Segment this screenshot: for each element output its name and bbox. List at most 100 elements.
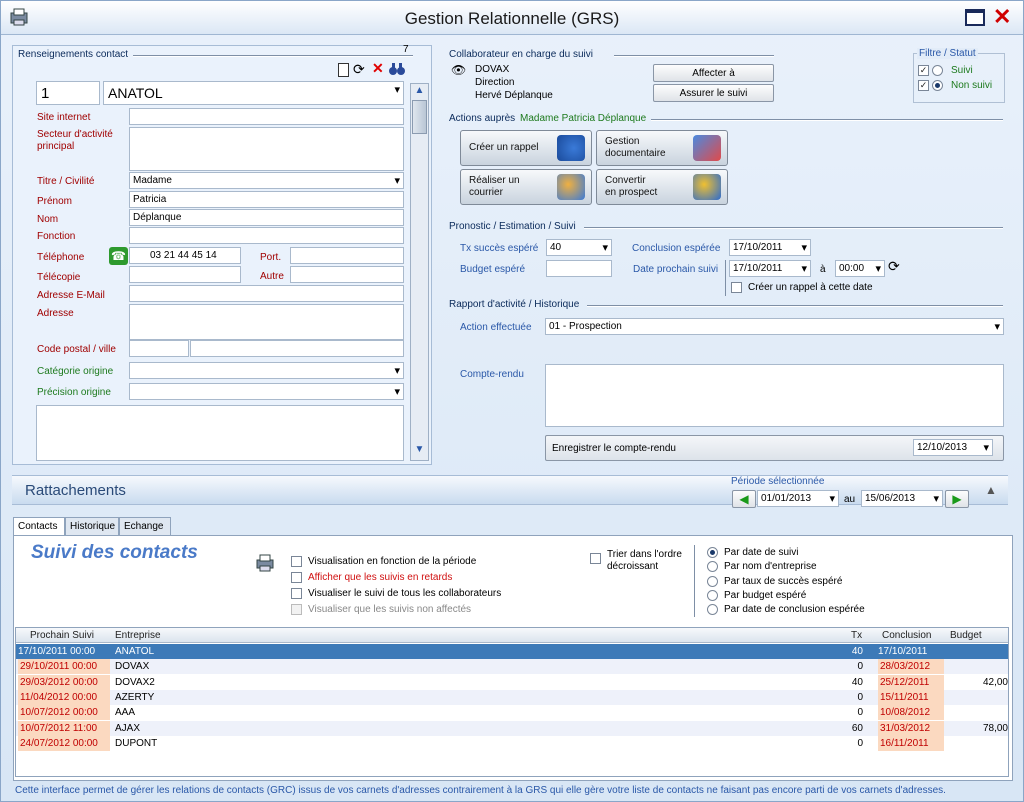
ville-field[interactable] (190, 340, 404, 357)
phone-icon[interactable]: ☎ (109, 247, 128, 265)
close-icon[interactable]: ✕ (993, 4, 1011, 30)
company-select[interactable]: ANATOL (103, 81, 404, 105)
scroll-thumb[interactable] (412, 100, 427, 134)
sort-budget-radio[interactable] (707, 590, 718, 601)
categorie-select[interactable] (129, 362, 404, 379)
maximize-icon[interactable] (965, 9, 985, 26)
non-affectes-checkbox[interactable] (291, 604, 302, 615)
rappel-date-checkbox[interactable] (731, 282, 742, 293)
trier-checkbox[interactable] (590, 553, 601, 564)
scroll-up-icon[interactable]: ▲ (412, 85, 427, 99)
autre-field[interactable] (290, 266, 404, 283)
table-row[interactable]: 10/07/2012 00:00 AAA 0 10/08/2012 (16, 705, 1008, 721)
header-tx[interactable]: Tx (851, 630, 862, 641)
header-prochain-suivi[interactable]: Prochain Suivi (30, 630, 94, 641)
budget-label: Budget espéré (460, 264, 526, 275)
creer-rappel-button[interactable]: Créer un rappel (460, 130, 592, 166)
assurer-suivi-button[interactable]: Assurer le suivi (653, 84, 774, 102)
filtre-title: Filtre / Statut (917, 48, 978, 59)
conclusion-select[interactable]: 17/10/2011 (729, 239, 811, 256)
retards-checkbox[interactable] (291, 572, 302, 583)
header-conclusion[interactable]: Conclusion (882, 630, 931, 641)
precision-select[interactable] (129, 383, 404, 400)
contact-scrollbar[interactable]: ▲ ▼ (410, 83, 429, 461)
delete-icon[interactable]: ✕ (372, 60, 384, 77)
telecopie-field[interactable] (129, 266, 241, 283)
print-icon[interactable] (255, 553, 275, 573)
notes-area[interactable] (36, 405, 404, 461)
sort-conclusion-radio[interactable] (707, 604, 718, 615)
time-select[interactable]: 00:00 (835, 260, 885, 277)
new-document-icon[interactable] (338, 63, 349, 77)
titre-select[interactable]: Madame (129, 172, 404, 189)
refresh-icon[interactable]: ⟳ (353, 61, 365, 78)
tous-collab-checkbox[interactable] (291, 588, 302, 599)
site-field[interactable] (129, 108, 404, 125)
contact-section-line (133, 55, 413, 57)
time-refresh-icon[interactable]: ⟳ (888, 258, 900, 275)
sort-date-suivi-radio[interactable] (707, 547, 718, 558)
tab-historique[interactable]: Historique (65, 517, 119, 535)
table-row[interactable]: 11/04/2012 00:00 AZERTY 0 15/11/2011 (16, 689, 1008, 705)
tab-echange[interactable]: Echange (119, 517, 171, 535)
scroll-down-icon[interactable]: ▼ (412, 444, 427, 458)
collapse-icon[interactable]: ▲ (985, 483, 997, 497)
binoculars-icon[interactable] (389, 62, 405, 76)
date-suivi-select[interactable]: 17/10/2011 (729, 260, 811, 277)
convertir-label1: Convertir (605, 175, 646, 186)
table-row[interactable]: 17/10/2011 00:00 ANATOL 40 17/10/2011 (16, 644, 1008, 659)
table-cell: 60 (851, 722, 863, 734)
save-cr-date[interactable]: 12/10/2013 (913, 439, 993, 456)
cp-field[interactable] (129, 340, 189, 357)
label-email: Adresse E-Mail (37, 290, 105, 301)
table-row[interactable]: 10/07/2012 11:00 AJAX 60 31/03/2012 78,00 (16, 720, 1008, 736)
affecter-button[interactable]: Affecter à (653, 64, 774, 82)
sort-entreprise-radio[interactable] (707, 561, 718, 572)
secteur-field[interactable] (129, 127, 404, 171)
sort-conclusion-label: Par date de conclusion espérée (724, 604, 865, 615)
table-cell: 24/07/2012 00:00 (18, 735, 110, 751)
filtre-nonsuivi-checkbox[interactable]: ✓ (918, 80, 929, 91)
header-entreprise[interactable]: Entreprise (115, 630, 161, 641)
action-select[interactable]: 01 - Prospection (545, 318, 1004, 335)
telephone-field[interactable]: 03 21 44 45 14 (129, 247, 241, 264)
nom-field[interactable]: Déplanque (129, 209, 404, 226)
suivi-table: Prochain Suivi Entreprise Tx Conclusion … (15, 627, 1009, 777)
header-budget[interactable]: Budget (950, 630, 982, 641)
tab-contacts[interactable]: Contacts (13, 517, 65, 536)
table-cell: 29/10/2011 00:00 (18, 659, 110, 675)
filtre-suivi-radio[interactable] (932, 65, 943, 76)
sort-budget-label: Par budget espéré (724, 590, 807, 601)
filtre-suivi-checkbox[interactable]: ✓ (918, 65, 929, 76)
prev-period-button[interactable]: ◀ (732, 490, 756, 508)
gestion-documentaire-button[interactable]: Gestion documentaire (596, 130, 728, 166)
next-period-button[interactable]: ▶ (945, 490, 969, 508)
filtre-nonsuivi-radio[interactable] (932, 80, 943, 91)
visu-periode-checkbox[interactable] (291, 556, 302, 567)
prenom-field[interactable]: Patricia (129, 191, 404, 208)
budget-field[interactable] (546, 260, 612, 277)
convertir-prospect-button[interactable]: Convertir en prospect (596, 169, 728, 205)
au-label: au (844, 494, 856, 505)
fonction-field[interactable] (129, 227, 404, 244)
period-from-select[interactable]: 01/01/2013 (757, 490, 839, 507)
table-row[interactable]: 29/03/2012 00:00 DOVAX2 40 25/12/2011 42,00 (16, 674, 1008, 690)
actions-section-name: Madame Patricia Déplanque (520, 113, 647, 124)
cr-textarea[interactable] (545, 364, 1004, 427)
tx-select[interactable]: 40 (546, 239, 612, 256)
table-cell: AZERTY (115, 691, 155, 703)
realiser-courrier-button[interactable]: Réaliser un courrier (460, 169, 592, 205)
email-field[interactable] (129, 285, 404, 302)
date-suivi-label: Date prochain suivi (633, 264, 719, 275)
sort-date-suivi-label: Par date de suivi (724, 547, 799, 558)
period-to-select[interactable]: 15/06/2013 (861, 490, 943, 507)
port-field[interactable] (290, 247, 404, 264)
periode-label: Période sélectionnée (731, 476, 825, 487)
trier-label1: Trier dans l'ordre (607, 549, 682, 560)
sort-taux-radio[interactable] (707, 576, 718, 587)
table-cell: DOVAX2 (115, 676, 155, 688)
contact-id-field[interactable]: 1 (36, 81, 100, 105)
table-row[interactable]: 24/07/2012 00:00 DUPONT 0 16/11/2011 (16, 735, 1008, 751)
adresse-field[interactable] (129, 304, 404, 340)
table-row[interactable]: 29/10/2011 00:00 DOVAX 0 28/03/2012 (16, 659, 1008, 675)
